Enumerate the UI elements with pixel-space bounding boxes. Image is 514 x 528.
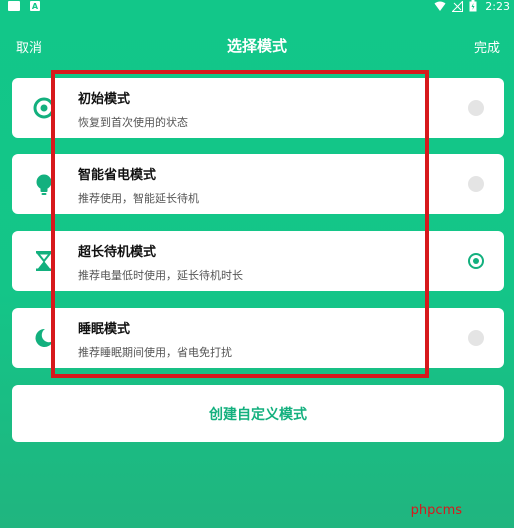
status-bar: A 2:23 <box>0 0 514 14</box>
mode-title: 智能省电模式 <box>78 168 157 183</box>
mode-item-smart-saving[interactable]: 智能省电模式 推荐使用，智能延长待机 <box>12 154 504 214</box>
mode-title: 超长待机模式 <box>78 245 157 260</box>
status-left: A <box>8 0 40 12</box>
status-time: 2:23 <box>485 0 510 13</box>
mode-radio[interactable] <box>468 176 484 192</box>
moon-icon <box>32 326 56 350</box>
mode-description: 推荐使用，智能延长待机 <box>78 192 199 205</box>
mode-radio[interactable] <box>468 330 484 346</box>
battery-icon <box>469 0 477 12</box>
mode-radio-selected[interactable] <box>468 253 484 269</box>
mode-title: 睡眠模式 <box>78 322 131 337</box>
mode-item-initial[interactable]: 初始模式 恢复到首次使用的状态 <box>12 78 504 138</box>
signal-icon <box>452 0 464 12</box>
mode-item-sleep[interactable]: 睡眠模式 推荐睡眠期间使用，省电免打扰 <box>12 308 504 368</box>
lightbulb-icon <box>32 172 56 196</box>
header: 取消 选择模式 完成 <box>0 30 514 60</box>
done-button[interactable]: 完成 <box>474 37 500 56</box>
status-right: 2:23 <box>434 0 510 13</box>
mode-description: 恢复到首次使用的状态 <box>78 116 188 129</box>
wifi-icon <box>434 1 446 11</box>
page-title: 选择模式 <box>226 37 287 55</box>
notification-a-icon: A <box>30 1 40 11</box>
hourglass-icon <box>32 249 56 273</box>
notification-square-icon <box>8 1 20 11</box>
mode-description: 推荐睡眠期间使用，省电免打扰 <box>78 346 232 359</box>
target-icon <box>32 96 56 120</box>
mode-radio[interactable] <box>468 100 484 116</box>
create-custom-mode-label: 创建自定义模式 <box>209 406 307 423</box>
watermark: phpcms <box>410 503 462 518</box>
mode-title: 初始模式 <box>78 92 131 107</box>
notification-a-label: A <box>31 1 39 11</box>
create-custom-mode-button[interactable]: 创建自定义模式 <box>12 385 504 442</box>
mode-description: 推荐电量低时使用，延长待机时长 <box>78 269 243 282</box>
mode-item-long-standby[interactable]: 超长待机模式 推荐电量低时使用，延长待机时长 <box>12 231 504 291</box>
